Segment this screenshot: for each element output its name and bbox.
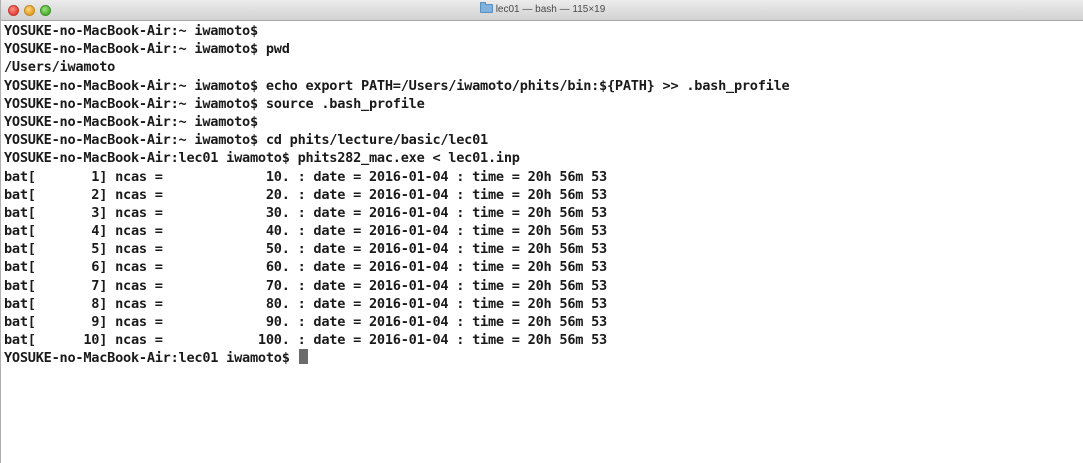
terminal-line: bat[ 9] ncas = 90. : date = 2016-01-04 :… [4, 314, 607, 330]
terminal-line: bat[ 6] ncas = 60. : date = 2016-01-04 :… [4, 259, 607, 276]
terminal-line: bat[ 10] ncas = 100. : date = 2016-01-04… [4, 332, 607, 349]
terminal-line: bat[ 1] ncas = 10. : date = 2016-01-04 :… [4, 168, 607, 185]
terminal-line: YOSUKE-no-MacBook-Air:~ iwamoto$ [4, 113, 258, 130]
terminal-line: bat[ 8] ncas = 80. : date = 2016-01-04 :… [4, 295, 607, 312]
terminal-line: bat[ 5] ncas = 50. : date = 2016-01-04 :… [4, 241, 607, 258]
terminal-line: bat[ 7] ncas = 70. : date = 2016-01-04 :… [4, 277, 607, 294]
window-title: lec01 — bash — 115×19 [1, 2, 1083, 17]
terminal-line: YOSUKE-no-MacBook-Air:~ iwamoto$ [4, 23, 258, 39]
text-cursor [298, 349, 308, 365]
terminal-line: bat[ 3] ncas = 30. : date = 2016-01-04 :… [4, 204, 607, 221]
terminal-line: bat[ 4] ncas = 40. : date = 2016-01-04 :… [4, 223, 607, 240]
terminal-line: YOSUKE-no-MacBook-Air:~ iwamoto$ cd phit… [4, 132, 488, 149]
terminal-window: lec01 — bash — 115×19 YOSUKE-no-MacBook-… [0, 0, 1083, 463]
folder-icon [479, 2, 493, 13]
terminal-line: YOSUKE-no-MacBook-Air:~ iwamoto$ echo ex… [4, 77, 790, 94]
terminal-input-line[interactable]: YOSUKE-no-MacBook-Air:lec01 iwamoto$ [4, 349, 1083, 367]
terminal-line: /Users/iwamoto [4, 59, 116, 76]
terminal-line: YOSUKE-no-MacBook-Air:lec01 iwamoto$ phi… [4, 150, 520, 167]
title-bar[interactable]: lec01 — bash — 115×19 [1, 0, 1083, 21]
terminal-line: YOSUKE-no-MacBook-Air:~ iwamoto$ source … [4, 95, 425, 112]
terminal-line: bat[ 2] ncas = 20. : date = 2016-01-04 :… [4, 186, 607, 203]
current-prompt: YOSUKE-no-MacBook-Air:lec01 iwamoto$ [4, 350, 298, 367]
terminal-line: YOSUKE-no-MacBook-Air:~ iwamoto$ pwd [4, 41, 290, 58]
window-title-text: lec01 — bash — 115×19 [495, 4, 606, 15]
terminal-content[interactable]: YOSUKE-no-MacBook-Air:~ iwamoto$ YOSUKE-… [1, 21, 1083, 463]
